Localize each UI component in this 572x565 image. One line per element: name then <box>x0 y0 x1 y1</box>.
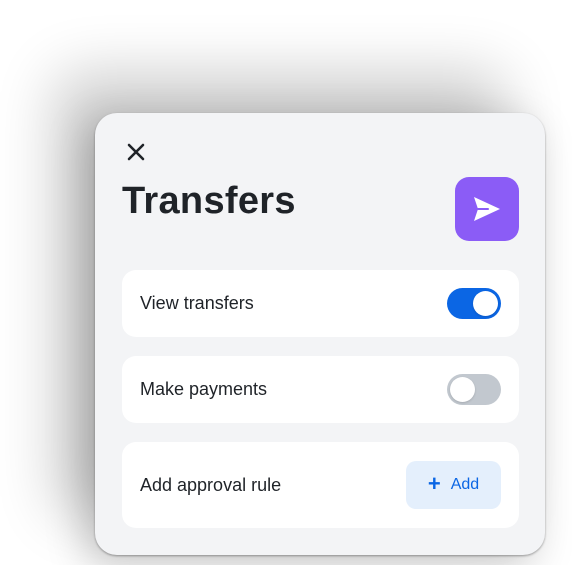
add-approval-rule-button[interactable]: + Add <box>406 461 501 509</box>
permission-row-make-payments: Make payments <box>122 356 519 423</box>
transfers-panel: Transfers View transfers Make payments A… <box>95 113 545 555</box>
stage: Transfers View transfers Make payments A… <box>0 0 572 565</box>
make-payments-toggle[interactable] <box>447 374 501 405</box>
view-transfers-toggle[interactable] <box>447 288 501 319</box>
approval-rule-row: Add approval rule + Add <box>122 442 519 528</box>
permission-row-view-transfers: View transfers <box>122 270 519 337</box>
page-title: Transfers <box>122 180 296 222</box>
close-icon <box>127 143 145 161</box>
app-badge <box>455 177 519 241</box>
send-icon <box>474 197 500 221</box>
toggle-knob <box>473 291 498 316</box>
close-button[interactable] <box>125 141 147 163</box>
plus-icon: + <box>427 471 441 496</box>
approval-rule-label: Add approval rule <box>140 474 282 495</box>
permission-label: Make payments <box>140 379 268 399</box>
toggle-knob <box>450 377 475 402</box>
permission-label: View transfers <box>140 293 254 313</box>
add-button-label: Add <box>450 476 480 493</box>
